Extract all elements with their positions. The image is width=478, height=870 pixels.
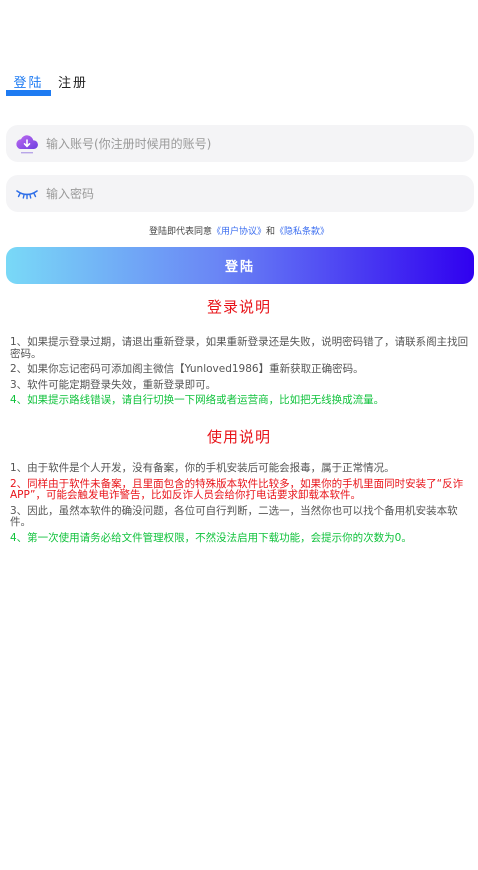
privacy-policy-link[interactable]: 《隐私条款》 <box>275 227 329 237</box>
login-notes-title: 登录说明 <box>206 298 271 316</box>
password-field[interactable] <box>6 175 474 212</box>
account-input[interactable] <box>46 136 446 151</box>
tab-login[interactable]: 登陆 <box>6 68 51 102</box>
list-item: 3、因此，虽然本软件的确没问题，各位可自行判断，二选一，当然你也可以找个备用机安… <box>10 504 458 528</box>
list-item: 1、由于软件是个人开发，没有备案，你的手机安装后可能会报毒，属于正常情况。 <box>10 462 395 474</box>
password-input[interactable] <box>46 186 446 201</box>
list-item: 1、如果提示登录过期，请退出重新登录，如果重新登录还是失败，说明密码错了，请联系… <box>10 336 469 360</box>
list-item: 2、如果你忘记密码可添加阁主微信【Yunloved1986】重新获取正确密码。 <box>10 363 364 375</box>
login-button[interactable]: 登陆 <box>6 247 474 284</box>
login-notes-list: 1、如果提示登录过期，请退出重新登录，如果重新登录还是失败，说明密码错了，请联系… <box>10 336 470 411</box>
agreement-prefix: 登陆即代表同意 <box>148 227 212 237</box>
auth-tabs: 登陆 注册 <box>6 68 93 102</box>
tab-register[interactable]: 注册 <box>53 68 93 102</box>
eye-closed-icon[interactable] <box>14 181 40 207</box>
list-item: 2、同样由于软件未备案，且里面包含的特殊版本软件比较多，如果你的手机里面同时安装… <box>10 477 464 501</box>
cloud-download-icon <box>14 131 40 157</box>
list-item: 4、第一次使用请务必给文件管理权限，不然没法启用下载功能，会提示你的次数为0。 <box>10 531 412 544</box>
agreement-and: 和 <box>266 227 276 237</box>
account-field[interactable] <box>6 125 474 162</box>
usage-notes-title: 使用说明 <box>206 428 271 446</box>
agreement-text: 登陆即代表同意《用户协议》和《隐私条款》 <box>0 224 478 237</box>
list-item: 3、软件可能定期登录失效，重新登录即可。 <box>10 378 217 391</box>
usage-notes-list: 1、由于软件是个人开发，没有备案，你的手机安装后可能会报毒，属于正常情况。 2、… <box>10 462 470 548</box>
user-agreement-link[interactable]: 《用户协议》 <box>212 227 266 237</box>
list-item: 4、如果提示路线错误，请自行切换一下网络或者运营商，比如把无线换成流量。 <box>10 394 385 406</box>
